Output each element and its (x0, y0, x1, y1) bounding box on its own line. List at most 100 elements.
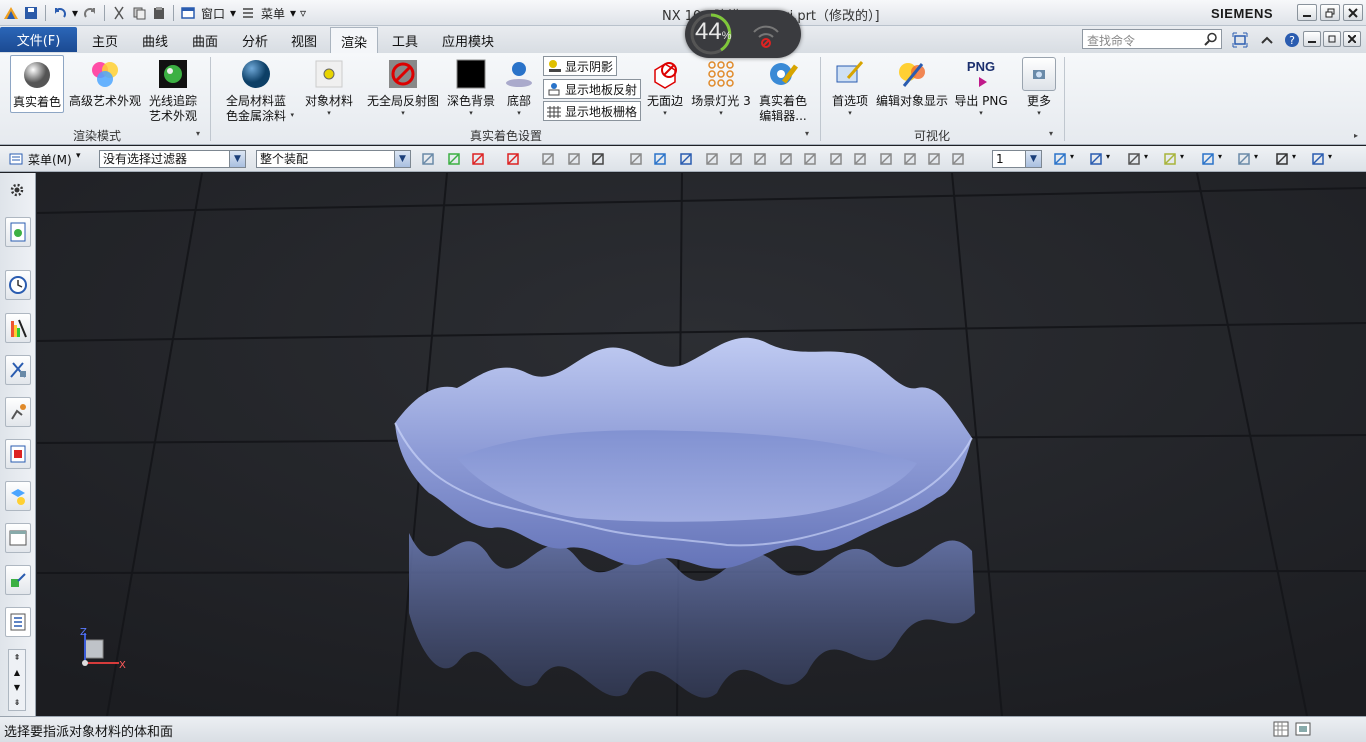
true-shading-button[interactable]: 真实着色 (10, 55, 64, 113)
background-dropdown-icon[interactable]: ▾ (1292, 152, 1296, 161)
doc-minimize-button[interactable] (1303, 31, 1321, 47)
tab-render[interactable]: 渲染 (330, 27, 379, 54)
full-screen-icon[interactable] (1231, 31, 1249, 49)
settings-gear-icon[interactable] (8, 181, 26, 199)
plus-point-icon[interactable] (878, 151, 894, 167)
work-layer-dropdown-icon[interactable]: ▾ (1328, 152, 1332, 161)
minimize-button[interactable] (1297, 4, 1317, 21)
select-region-icon[interactable] (590, 151, 606, 167)
global-material-button[interactable]: 全局材料蓝 色金属涂料 ▾ (218, 57, 294, 124)
doc-restore-button[interactable] (1323, 31, 1341, 47)
scissors-tool-icon[interactable] (5, 355, 31, 385)
render-mode-expander-icon[interactable]: ▾ (196, 129, 200, 138)
scene-light-button[interactable]: 场景灯光 3 ▾ (688, 57, 754, 117)
tab-tools[interactable]: 工具 (392, 31, 418, 50)
spline-icon[interactable] (778, 151, 794, 167)
advanced-studio-button[interactable]: 高级艺术外观 (67, 57, 143, 109)
layout-dropdown-icon[interactable]: ▾ (1106, 152, 1110, 161)
layers-dropdown-icon[interactable]: ▾ (1254, 152, 1258, 161)
window-menu[interactable]: 窗口 (199, 5, 227, 22)
robot-arm-icon[interactable] (5, 397, 31, 427)
history-clock-icon[interactable] (5, 270, 31, 300)
perpendicular-icon[interactable] (802, 151, 818, 167)
object-material-dropdown-icon[interactable]: ▾ (327, 109, 331, 117)
select-edge-icon[interactable] (446, 151, 462, 167)
export-png-dropdown-icon[interactable]: ▾ (979, 109, 983, 117)
status-window-icon[interactable] (1295, 721, 1311, 737)
visualization-expander-icon[interactable]: ▾ (1049, 129, 1053, 138)
type-filter-arrow-icon[interactable]: ▼ (229, 151, 245, 167)
command-search-input[interactable]: 查找命令 (1082, 29, 1222, 49)
save-icon[interactable] (22, 4, 40, 22)
select-face-icon[interactable] (420, 151, 436, 167)
nx-logo-icon[interactable] (2, 4, 20, 22)
global-material-dropdown-icon[interactable]: ▾ (290, 111, 294, 119)
web-browser-icon[interactable] (5, 523, 31, 553)
dark-background-button[interactable]: 深色背景 ▾ (444, 57, 498, 117)
rainbow-spectrum-icon[interactable] (5, 313, 31, 343)
tab-view[interactable]: 视图 (291, 31, 317, 50)
ribbon-options-icon[interactable]: ▸ (1354, 131, 1358, 140)
resource-bar-scroller[interactable]: ⇞ ▲ ▼ ⇟ (8, 649, 26, 711)
line-midpoint-icon[interactable] (728, 151, 744, 167)
no-face-edges-dropdown-icon[interactable]: ▾ (663, 109, 667, 117)
orient-view-dropdown-icon[interactable]: ▾ (1218, 152, 1222, 161)
quadrant-icon[interactable] (852, 151, 868, 167)
no-face-edges-button[interactable]: 无面边 ▾ (644, 57, 686, 117)
tab-curve[interactable]: 曲线 (142, 31, 168, 50)
layer-arrow-icon[interactable]: ▼ (1025, 151, 1041, 167)
type-filter-select[interactable]: 没有选择过滤器 ▼ (99, 150, 246, 168)
more-dropdown-icon[interactable]: ▾ (1037, 109, 1041, 117)
layer-select[interactable]: 1 ▼ (992, 150, 1042, 168)
refresh-view-icon[interactable] (1052, 151, 1068, 167)
shapes-library-icon[interactable] (5, 481, 31, 511)
select-tangent-icon[interactable] (566, 151, 582, 167)
refresh-view-dropdown-icon[interactable]: ▾ (1070, 152, 1074, 161)
circle-center-icon[interactable] (828, 151, 844, 167)
view-box-icon[interactable] (628, 151, 644, 167)
floor-button[interactable]: 底部 ▾ (500, 57, 538, 117)
material-sphere-icon[interactable] (1162, 151, 1178, 167)
help-icon[interactable]: ? (1283, 31, 1301, 49)
face-point-icon[interactable] (926, 151, 942, 167)
palette-icon[interactable] (5, 439, 31, 469)
preferences-dropdown-icon[interactable]: ▾ (848, 109, 852, 117)
restore-button[interactable] (1320, 4, 1340, 21)
scope-arrow-icon[interactable]: ▼ (394, 151, 410, 167)
file-menu-tab[interactable]: 文件(F) (0, 27, 77, 52)
material-sphere-dropdown-icon[interactable]: ▾ (1180, 152, 1184, 161)
select-curve-icon[interactable] (540, 151, 556, 167)
ray-traced-studio-button[interactable]: 光线追踪 艺术外观 (144, 57, 202, 124)
solid-cube-icon[interactable] (652, 151, 668, 167)
tab-analysis[interactable]: 分析 (242, 31, 268, 50)
scene-light-dropdown-icon[interactable]: ▾ (719, 109, 723, 117)
dark-background-dropdown-icon[interactable]: ▾ (469, 109, 473, 117)
line-icon[interactable] (704, 151, 720, 167)
window-dropdown-icon[interactable]: ▾ (229, 4, 237, 22)
customize-icon[interactable]: ▿ (299, 4, 307, 22)
no-reflection-dropdown-icon[interactable]: ▾ (401, 109, 405, 117)
window-icon[interactable] (179, 4, 197, 22)
work-layer-icon[interactable] (1310, 151, 1326, 167)
graphics-viewport[interactable]: Z X (37, 173, 1366, 716)
undo-dropdown-icon[interactable]: ▾ (71, 4, 79, 22)
layout-icon[interactable] (1088, 151, 1104, 167)
edit-object-display-button[interactable]: 编辑对象显示 (874, 57, 950, 109)
part-navigator-icon[interactable] (5, 217, 31, 247)
floor-dropdown-icon[interactable]: ▾ (517, 109, 521, 117)
layers-icon[interactable] (1236, 151, 1252, 167)
roles-icon[interactable] (5, 607, 31, 637)
redo-icon[interactable] (81, 4, 99, 22)
bounded-grid-icon[interactable] (950, 151, 966, 167)
scope-select[interactable]: 整个装配 ▼ (256, 150, 411, 168)
point-on-curve-icon[interactable] (902, 151, 918, 167)
tab-applications[interactable]: 应用模块 (442, 31, 494, 50)
tab-surface[interactable]: 曲面 (192, 31, 218, 50)
menu-list-icon[interactable] (239, 4, 257, 22)
orient-view-icon[interactable] (1200, 151, 1216, 167)
close-button[interactable] (1343, 4, 1363, 21)
undo-icon[interactable] (51, 4, 69, 22)
snap-multi-icon[interactable] (678, 151, 694, 167)
shaded-edges-icon[interactable] (1126, 151, 1142, 167)
reuse-library-icon[interactable] (5, 565, 31, 595)
